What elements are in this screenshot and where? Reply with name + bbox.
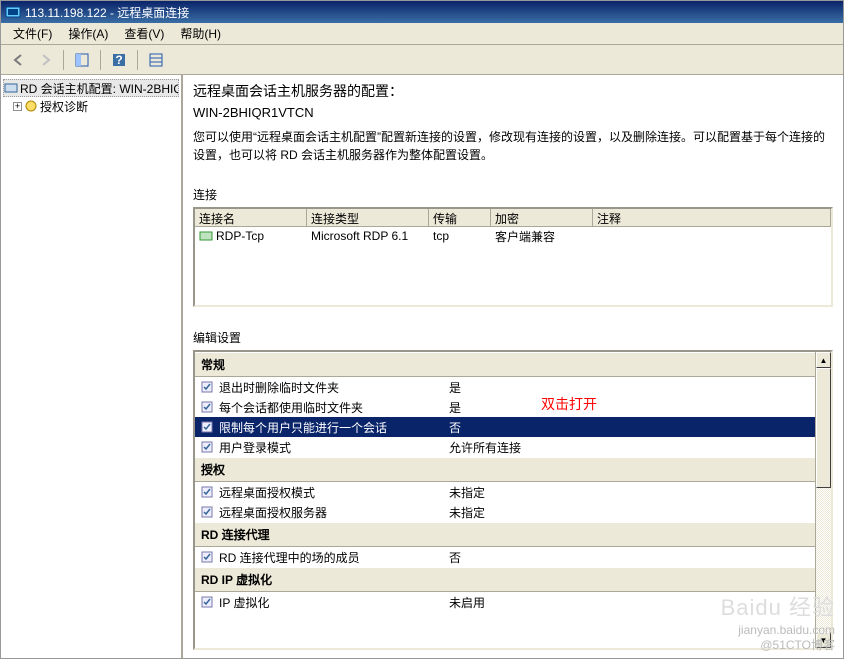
connection-icon: [199, 229, 213, 243]
setting-value: 是: [449, 379, 811, 396]
setting-icon: [199, 485, 215, 499]
scrollbar-thumb[interactable]: [816, 368, 831, 488]
expand-icon[interactable]: +: [13, 102, 22, 111]
menu-view[interactable]: 查看(V): [116, 23, 172, 44]
setting-label: 远程桌面授权模式: [219, 484, 449, 501]
col-type[interactable]: 连接类型: [307, 209, 429, 226]
setting-value: 否: [449, 549, 811, 566]
col-comment[interactable]: 注释: [593, 209, 831, 226]
menu-action[interactable]: 操作(A): [60, 23, 116, 44]
connections-list[interactable]: 连接名 连接类型 传输 加密 注释 RDP-Tcp Microsoft RDP …: [193, 207, 833, 307]
watermark-foot: @51CTO博客: [721, 638, 835, 654]
setting-row[interactable]: 退出时删除临时文件夹是: [195, 377, 815, 397]
scroll-up-button[interactable]: ▲: [816, 352, 831, 368]
scrollbar-track[interactable]: [816, 368, 831, 632]
tree-child[interactable]: + 授权诊断: [3, 97, 179, 115]
page-title: 远程桌面会话主机服务器的配置：: [193, 81, 833, 101]
annotation-text: 双击打开: [541, 394, 597, 414]
setting-icon: [199, 505, 215, 519]
back-button[interactable]: [7, 48, 31, 72]
setting-row[interactable]: 每个会话都使用临时文件夹是: [195, 397, 815, 417]
setting-label: RD 连接代理中的场的成员: [219, 549, 449, 566]
conn-encryption: 客户端兼容: [491, 227, 593, 246]
toolbar-separator: [137, 50, 138, 70]
col-name[interactable]: 连接名: [195, 209, 307, 226]
tree-root-label: RD 会话主机配置: WIN-2BHIQ: [20, 80, 179, 97]
menubar: 文件(F) 操作(A) 查看(V) 帮助(H): [1, 23, 843, 45]
main-area: RD 会话主机配置: WIN-2BHIQ + 授权诊断 远程桌面会话主机服务器的…: [1, 75, 843, 658]
svg-text:?: ?: [115, 53, 122, 67]
setting-icon: [199, 400, 215, 414]
setting-row[interactable]: 远程桌面授权模式未指定: [195, 482, 815, 502]
connection-row[interactable]: RDP-Tcp Microsoft RDP 6.1 tcp 客户端兼容: [195, 227, 831, 245]
watermark-logo: Baidu 经验: [721, 594, 835, 623]
setting-label: 用户登录模式: [219, 439, 449, 456]
setting-value: 是: [449, 399, 811, 416]
setting-label: 限制每个用户只能进行一个会话: [219, 419, 449, 436]
setting-value: 未指定: [449, 504, 811, 521]
menu-help[interactable]: 帮助(H): [172, 23, 229, 44]
setting-value: 未指定: [449, 484, 811, 501]
help-button[interactable]: ?: [107, 48, 131, 72]
connections-label: 连接: [193, 186, 833, 203]
window-title: 113.11.198.122 - 远程桌面连接: [25, 4, 189, 21]
setting-row[interactable]: 用户登录模式允许所有连接: [195, 437, 815, 457]
setting-icon: [199, 550, 215, 564]
show-hide-tree-button[interactable]: [70, 48, 94, 72]
conn-comment: [593, 235, 831, 237]
properties-button[interactable]: [144, 48, 168, 72]
setting-label: 退出时删除临时文件夹: [219, 379, 449, 396]
setting-label: 每个会话都使用临时文件夹: [219, 399, 449, 416]
setting-row[interactable]: 限制每个用户只能进行一个会话否: [195, 417, 815, 437]
forward-button[interactable]: [33, 48, 57, 72]
group-header: RD 连接代理: [195, 522, 815, 547]
toolbar-separator: [63, 50, 64, 70]
conn-transport: tcp: [429, 228, 491, 244]
setting-row[interactable]: 远程桌面授权服务器未指定: [195, 502, 815, 522]
setting-icon: [199, 595, 215, 609]
conn-type: Microsoft RDP 6.1: [307, 228, 429, 244]
setting-label: IP 虚拟化: [219, 594, 449, 611]
setting-row[interactable]: RD 连接代理中的场的成员否: [195, 547, 815, 567]
watermark-sub: jianyan.baidu.com: [721, 623, 835, 639]
group-header: 授权: [195, 457, 815, 482]
group-header: 常规: [195, 352, 815, 377]
toolbar-separator: [100, 50, 101, 70]
page-subtitle: WIN-2BHIQR1VTCN: [193, 105, 833, 120]
titlebar: 113.11.198.122 - 远程桌面连接: [1, 1, 843, 23]
connections-header[interactable]: 连接名 连接类型 传输 加密 注释: [195, 209, 831, 227]
app-icon: [5, 4, 21, 20]
page-description: 您可以使用“远程桌面会话主机配置”配置新连接的设置，修改现有连接的设置，以及删除…: [193, 128, 833, 164]
tree-root[interactable]: RD 会话主机配置: WIN-2BHIQ: [3, 79, 179, 97]
nav-tree[interactable]: RD 会话主机配置: WIN-2BHIQ + 授权诊断: [1, 75, 183, 658]
content-pane: 远程桌面会话主机服务器的配置： WIN-2BHIQR1VTCN 您可以使用“远程…: [183, 75, 843, 658]
col-encryption[interactable]: 加密: [491, 209, 593, 226]
setting-icon: [199, 440, 215, 454]
col-transport[interactable]: 传输: [429, 209, 491, 226]
setting-icon: [199, 380, 215, 394]
watermark: Baidu 经验 jianyan.baidu.com @51CTO博客: [721, 594, 835, 654]
toolbar: ?: [1, 45, 843, 75]
edit-settings-label: 编辑设置: [193, 329, 833, 346]
setting-value: 否: [449, 419, 811, 436]
setting-icon: [199, 420, 215, 434]
conn-name: RDP-Tcp: [216, 229, 264, 243]
setting-label: 远程桌面授权服务器: [219, 504, 449, 521]
menu-file[interactable]: 文件(F): [5, 23, 60, 44]
setting-value: 允许所有连接: [449, 439, 811, 456]
group-header: RD IP 虚拟化: [195, 567, 815, 592]
tree-child-label: 授权诊断: [40, 98, 88, 115]
diag-icon: [24, 99, 38, 113]
server-icon: [4, 81, 18, 95]
